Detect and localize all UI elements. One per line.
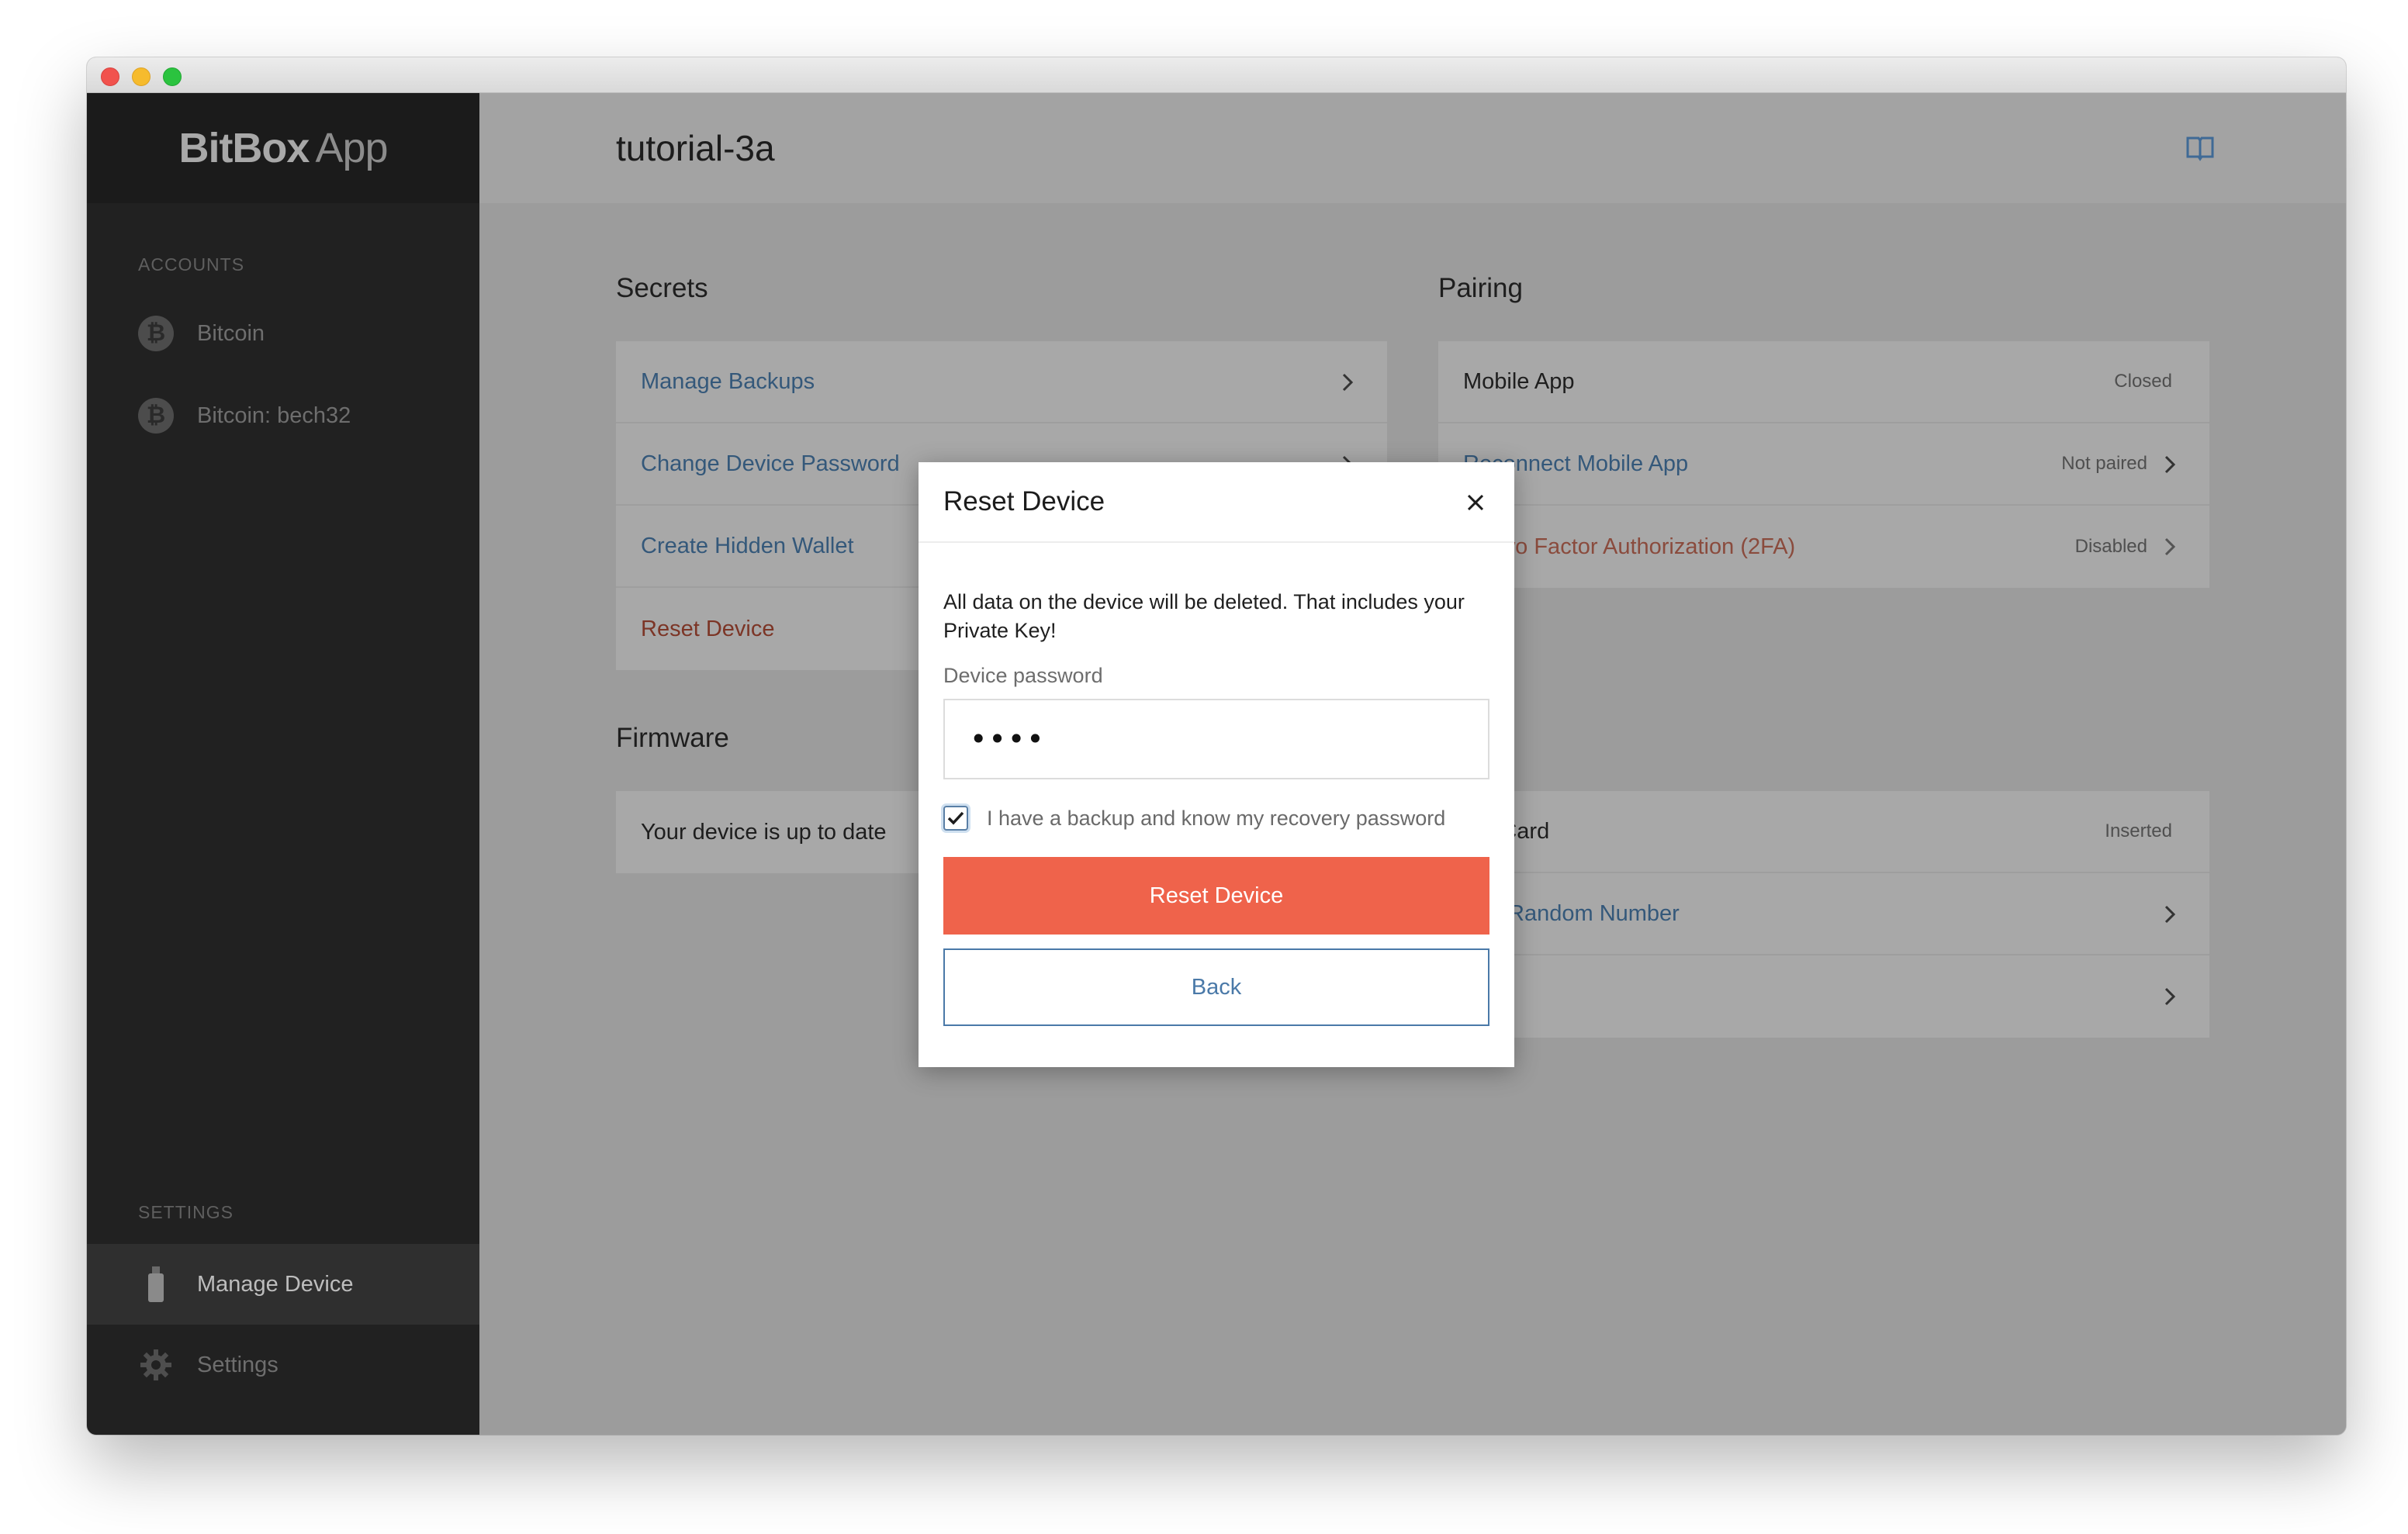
mobile-app-row: Mobile App Closed [1438, 341, 2209, 423]
sd-card-row: SD Card Inserted [1438, 791, 2209, 873]
status-badge: Closed [2114, 371, 2172, 392]
hardware-card: SD Card Inserted rate Random Number [1438, 791, 2209, 1038]
backup-confirm-row[interactable]: I have a backup and know my recovery pas… [943, 806, 1489, 831]
minimize-window-button[interactable] [132, 67, 150, 86]
sidebar-item-settings[interactable]: Settings [87, 1325, 479, 1405]
sidebar-item-bitcoin-bech32[interactable]: ₿ Bitcoin: bech32 [87, 375, 479, 456]
row-label: rate Random Number [1463, 900, 1680, 926]
status-badge: Inserted [2105, 821, 2172, 841]
logo-sub-text: App [315, 125, 388, 171]
logo-main-text: BitBox [178, 125, 310, 171]
back-button[interactable]: Back [943, 948, 1489, 1026]
settings-section-title: SETTINGS [138, 1202, 234, 1222]
reset-device-dialog: Reset Device All data on the device will… [919, 462, 1514, 1067]
pairing-title: Pairing [1438, 273, 1523, 303]
sidebar-header: BitBox App [87, 93, 479, 203]
dialog-title: Reset Device [943, 486, 1105, 517]
close-icon[interactable] [1465, 492, 1486, 513]
hardware-title: vare [1438, 723, 2209, 754]
row-label: Mobile App [1463, 368, 1575, 394]
status-badge: Disabled [2074, 536, 2147, 557]
chevron-right-icon [1342, 373, 1354, 392]
page-title: tutorial-3a [616, 128, 775, 168]
row-label: SD Card [1463, 818, 1550, 844]
status-badge: Not paired [2061, 453, 2147, 474]
sidebar-item-label: Bitcoin: bech32 [197, 403, 351, 428]
sidebar-item-bitcoin[interactable]: ₿ Bitcoin [87, 293, 479, 374]
book-icon[interactable] [2185, 132, 2216, 163]
bitcoin-icon: ₿ [138, 398, 174, 434]
dialog-body: All data on the device will be deleted. … [919, 543, 1514, 1026]
hardware-section: vare SD Card Inserted rate Random Number [1438, 723, 2209, 1038]
sidebar: BitBox App ACCOUNTS ₿ Bitcoin ₿ Bitcoin: … [87, 93, 479, 1435]
usb-device-icon [138, 1266, 174, 1302]
app-logo[interactable]: BitBox App [178, 124, 388, 172]
chevron-right-icon [2164, 987, 2176, 1006]
accounts-section-title: ACCOUNTS [138, 254, 245, 275]
chevron-right-icon [2164, 537, 2176, 556]
header-bar: tutorial-3a [479, 93, 2346, 203]
gear-icon [138, 1347, 174, 1383]
hardware-extra-row[interactable] [1438, 955, 2209, 1038]
sidebar-item-label: Settings [197, 1352, 279, 1377]
warning-message: All data on the device will be deleted. … [943, 590, 1465, 642]
reconnect-mobile-app-row[interactable]: Reconnect Mobile App Not paired [1438, 423, 2209, 506]
password-label: Device password [943, 664, 1103, 687]
password-input[interactable] [943, 699, 1489, 779]
pairing-card: Mobile App Closed Reconnect Mobile App N… [1438, 341, 2209, 588]
pairing-section: Pairing Mobile App Closed Reconnect Mobi… [1438, 273, 2209, 588]
row-label: le Two Factor Authorization (2FA) [1463, 534, 1796, 559]
random-number-row[interactable]: rate Random Number [1438, 873, 2209, 955]
two-factor-row[interactable]: le Two Factor Authorization (2FA) Disabl… [1438, 506, 2209, 588]
bitcoin-icon: ₿ [138, 316, 174, 351]
sidebar-item-label: Bitcoin [197, 320, 265, 346]
checkmark-icon [947, 811, 964, 825]
chevron-right-icon [2164, 905, 2176, 924]
row-label: Manage Backups [641, 368, 815, 394]
maximize-window-button[interactable] [163, 67, 182, 86]
backup-confirm-label: I have a backup and know my recovery pas… [987, 806, 1446, 830]
secrets-title: Secrets [616, 273, 708, 303]
sidebar-item-manage-device[interactable]: Manage Device [87, 1244, 479, 1325]
reset-device-button[interactable]: Reset Device [943, 857, 1489, 935]
manage-backups-row[interactable]: Manage Backups [616, 341, 1387, 423]
close-window-button[interactable] [101, 67, 119, 86]
backup-confirm-checkbox[interactable] [943, 806, 968, 831]
window-titlebar [87, 57, 2346, 93]
sidebar-item-label: Manage Device [197, 1271, 354, 1297]
chevron-right-icon [2164, 455, 2176, 474]
dialog-header: Reset Device [919, 462, 1514, 543]
row-label: Reconnect Mobile App [1463, 451, 1689, 476]
